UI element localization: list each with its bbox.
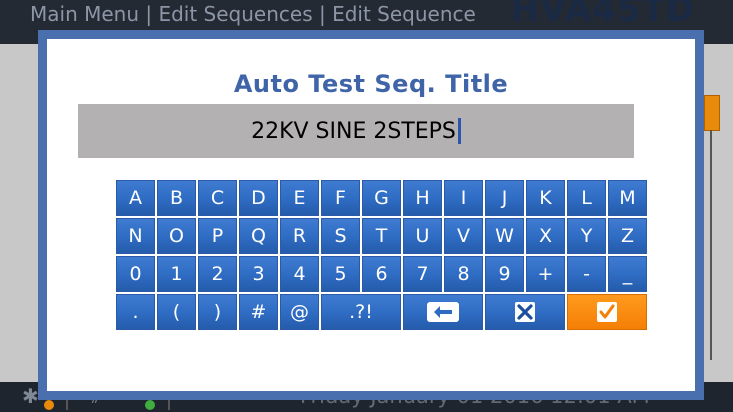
key-plus[interactable]: + — [526, 256, 565, 292]
scrollbar-track[interactable] — [710, 130, 712, 360]
key-hash[interactable]: # — [239, 294, 278, 330]
key-at[interactable]: @ — [280, 294, 319, 330]
key-a[interactable]: A — [116, 180, 155, 216]
key-9[interactable]: 9 — [485, 256, 524, 292]
title-input[interactable]: 22KV SINE 2STEPS — [78, 104, 634, 158]
key-g[interactable]: G — [362, 180, 401, 216]
key-q[interactable]: Q — [239, 218, 278, 254]
key-o[interactable]: O — [157, 218, 196, 254]
key-0[interactable]: 0 — [116, 256, 155, 292]
key-7[interactable]: 7 — [403, 256, 442, 292]
key-2[interactable]: 2 — [198, 256, 237, 292]
key-n[interactable]: N — [116, 218, 155, 254]
key-w[interactable]: W — [485, 218, 524, 254]
backspace-icon — [426, 301, 460, 323]
key-underscore[interactable]: _ — [608, 256, 647, 292]
screen: Main Menu | Edit Sequences | Edit Sequen… — [0, 0, 733, 412]
key-4[interactable]: 4 — [280, 256, 319, 292]
key-d[interactable]: D — [239, 180, 278, 216]
title-input-value: 22KV SINE 2STEPS — [251, 118, 456, 144]
key-k[interactable]: K — [526, 180, 565, 216]
keyboard-row: 0 1 2 3 4 5 6 7 8 9 + - _ — [116, 256, 647, 292]
dialog-title: Auto Test Seq. Title — [233, 70, 509, 98]
key-period[interactable]: . — [116, 294, 155, 330]
confirm-icon — [596, 301, 618, 323]
status-dot-green — [145, 400, 155, 410]
key-h[interactable]: H — [403, 180, 442, 216]
bluetooth-icon: ✱ — [22, 384, 39, 408]
scrollbar-thumb[interactable] — [704, 95, 720, 131]
key-z[interactable]: Z — [608, 218, 647, 254]
keyboard-row: . ( ) # @ .?! — [116, 294, 647, 330]
key-e[interactable]: E — [280, 180, 319, 216]
model-name: HVA45TD — [510, 0, 695, 30]
backspace-button[interactable] — [403, 294, 483, 330]
key-r[interactable]: R — [280, 218, 319, 254]
key-v[interactable]: V — [444, 218, 483, 254]
key-s[interactable]: S — [321, 218, 360, 254]
status-dot-orange — [44, 400, 54, 410]
text-caret — [457, 118, 461, 144]
key-1[interactable]: 1 — [157, 256, 196, 292]
cancel-button[interactable] — [485, 294, 565, 330]
key-3[interactable]: 3 — [239, 256, 278, 292]
keyboard-row: N O P Q R S T U V W X Y Z — [116, 218, 647, 254]
key-punctuation[interactable]: .?! — [321, 294, 401, 330]
key-m[interactable]: M — [608, 180, 647, 216]
key-6[interactable]: 6 — [362, 256, 401, 292]
key-close-paren[interactable]: ) — [198, 294, 237, 330]
title-edit-dialog: Auto Test Seq. Title 22KV SINE 2STEPS A … — [38, 30, 704, 400]
key-minus[interactable]: - — [567, 256, 606, 292]
key-l[interactable]: L — [567, 180, 606, 216]
key-b[interactable]: B — [157, 180, 196, 216]
key-open-paren[interactable]: ( — [157, 294, 196, 330]
key-y[interactable]: Y — [567, 218, 606, 254]
key-p[interactable]: P — [198, 218, 237, 254]
key-c[interactable]: C — [198, 180, 237, 216]
key-x[interactable]: X — [526, 218, 565, 254]
key-j[interactable]: J — [485, 180, 524, 216]
key-5[interactable]: 5 — [321, 256, 360, 292]
keyboard-row: A B C D E F G H I J K L M — [116, 180, 647, 216]
key-8[interactable]: 8 — [444, 256, 483, 292]
key-i[interactable]: I — [444, 180, 483, 216]
cancel-icon — [514, 301, 536, 323]
key-t[interactable]: T — [362, 218, 401, 254]
on-screen-keyboard: A B C D E F G H I J K L M N O P Q R S T … — [116, 180, 647, 332]
key-f[interactable]: F — [321, 180, 360, 216]
confirm-button[interactable] — [567, 294, 647, 330]
key-u[interactable]: U — [403, 218, 442, 254]
